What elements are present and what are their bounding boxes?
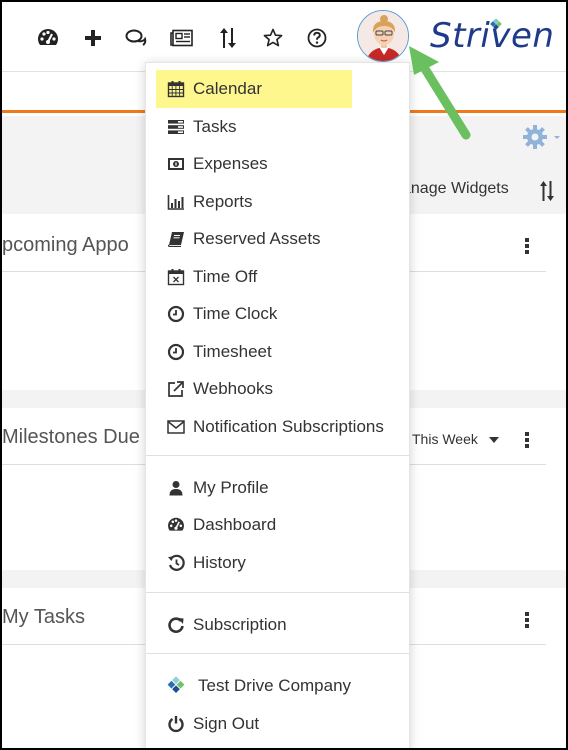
history-icon — [166, 553, 186, 573]
company-logo-icon — [166, 676, 186, 696]
caret-down-icon[interactable] — [489, 437, 499, 443]
envelope-icon — [166, 417, 186, 437]
menu-item-label: Calendar — [193, 79, 262, 98]
settings-gear-icon[interactable] — [522, 124, 562, 154]
menu-item-history[interactable]: History — [156, 544, 352, 582]
money-icon — [166, 154, 186, 174]
tasks-icon — [166, 117, 186, 137]
star-icon[interactable] — [261, 26, 285, 50]
widget-menu-icon[interactable] — [525, 612, 531, 628]
menu-item-sign-out[interactable]: Sign Out — [156, 705, 352, 743]
user-avatar[interactable] — [357, 10, 409, 62]
menu-item-label: Sign Out — [193, 714, 260, 733]
manage-widgets-link[interactable]: anage Widgets — [402, 180, 509, 198]
menu-item-calendar[interactable]: Calendar — [156, 70, 352, 108]
menu-item-label: My Profile — [193, 478, 269, 497]
chat-icon[interactable] — [124, 26, 148, 50]
widget-title: pcoming Appo — [2, 234, 129, 256]
power-icon — [166, 714, 186, 734]
menu-item-reserved-assets[interactable]: Reserved Assets — [156, 220, 352, 258]
menu-item-time-off[interactable]: Time Off — [156, 258, 352, 296]
widget-menu-icon[interactable] — [525, 432, 531, 448]
menu-item-label: Time Off — [193, 267, 258, 286]
user-dropdown-menu: Calendar Tasks Expenses Reports Reserved… — [145, 62, 410, 748]
menu-item-subscription[interactable]: Subscription — [156, 606, 352, 644]
menu-item-notification-subscriptions[interactable]: Notification Subscriptions — [156, 408, 384, 446]
menu-item-dashboard[interactable]: Dashboard — [156, 506, 352, 544]
refresh-icon — [166, 615, 186, 635]
help-icon[interactable] — [305, 26, 329, 50]
period-filter-dropdown[interactable]: This Week — [412, 431, 478, 447]
menu-divider — [146, 653, 409, 654]
menu-item-label: Time Clock — [193, 304, 278, 323]
calendar-x-icon — [166, 267, 186, 287]
menu-item-label: Webhooks — [193, 379, 274, 398]
clock-icon — [166, 342, 186, 362]
menu-item-tasks[interactable]: Tasks — [156, 108, 352, 146]
menu-item-webhooks[interactable]: Webhooks — [156, 370, 352, 408]
menu-item-label: History — [193, 553, 246, 572]
sort-icon[interactable] — [216, 26, 240, 50]
user-icon — [166, 478, 186, 498]
menu-item-label: Tasks — [193, 117, 237, 136]
menu-item-expenses[interactable]: Expenses — [156, 145, 352, 183]
menu-item-label: Test Drive Company — [198, 676, 352, 695]
menu-item-time-clock[interactable]: Time Clock — [156, 295, 352, 333]
menu-item-label: Timesheet — [193, 342, 272, 361]
plus-icon[interactable] — [81, 26, 105, 50]
reorder-widgets-icon[interactable] — [539, 180, 555, 206]
menu-divider — [146, 455, 409, 456]
widget-title: My Tasks — [2, 606, 85, 628]
menu-item-timesheet[interactable]: Timesheet — [156, 333, 352, 371]
calendar-icon — [166, 79, 186, 99]
dashboard-icon[interactable] — [36, 26, 60, 50]
menu-item-label: Notification Subscriptions — [193, 417, 384, 436]
book-icon — [166, 229, 186, 249]
widget-menu-icon[interactable] — [525, 238, 531, 254]
menu-item-label: Reserved Assets — [193, 229, 321, 248]
menu-item-label: Reports — [193, 192, 253, 211]
menu-item-label: Dashboard — [193, 515, 277, 534]
clock-icon — [166, 304, 186, 324]
logo-diamond-icon — [490, 16, 502, 35]
dashboard-icon — [166, 515, 186, 535]
menu-item-reports[interactable]: Reports — [156, 183, 352, 221]
menu-item-company[interactable]: Test Drive Company — [156, 667, 352, 705]
bar-chart-icon — [166, 192, 186, 212]
menu-item-my-profile[interactable]: My Profile — [156, 469, 352, 507]
external-link-icon — [166, 379, 186, 399]
newspaper-icon[interactable] — [170, 26, 194, 50]
menu-divider — [146, 592, 409, 593]
widget-title: Milestones Due — [2, 426, 140, 448]
app-frame: Striven anage Widgets pcoming Appo Miles… — [2, 2, 566, 748]
menu-item-label: Expenses — [193, 154, 268, 173]
menu-item-label: Subscription — [193, 615, 287, 634]
